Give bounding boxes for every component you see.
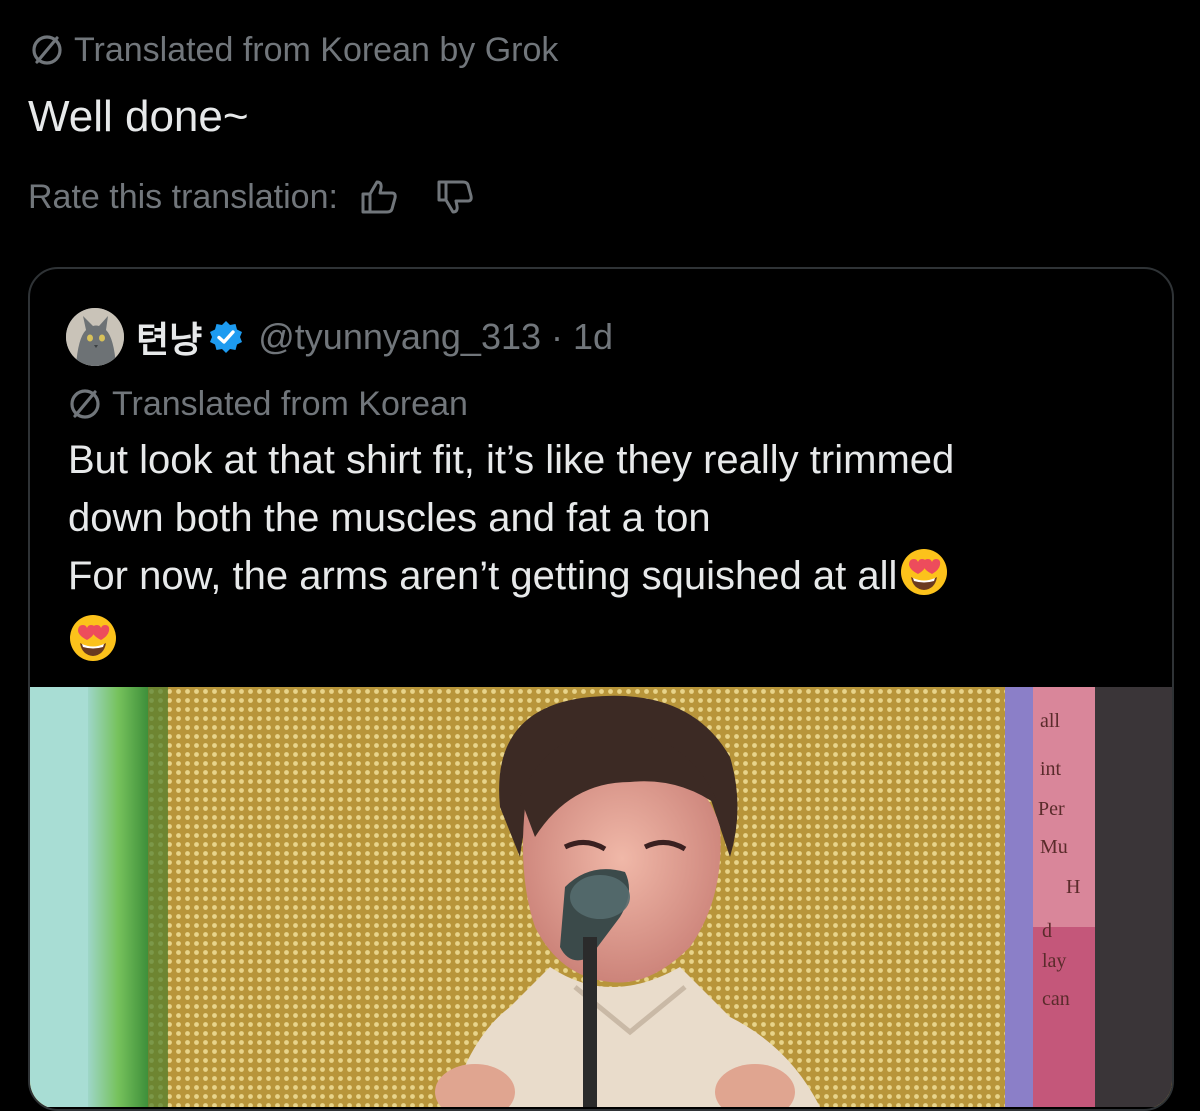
screen-text-1: all	[1040, 710, 1060, 732]
rate-translation-row: Rate this translation:	[28, 172, 478, 222]
quoted-line-3: For now, the arms aren’t getting squishe…	[68, 554, 898, 598]
cat-avatar-icon	[66, 308, 124, 366]
screen-text-6: d	[1042, 920, 1052, 942]
display-name[interactable]: 텬냥	[136, 311, 202, 363]
thumbs-down-icon	[437, 180, 473, 214]
translation-label: Translated from Korean by Grok	[74, 30, 559, 69]
quoted-author-row: 텬냥 @tyunnyang_313 · 1d	[66, 307, 613, 367]
handle-and-time: @tyunnyang_313 · 1d	[258, 316, 614, 357]
heart-eyes-emoji-icon	[68, 613, 118, 679]
quoted-line-2: down both the muscles and fat a ton	[68, 496, 711, 540]
post-text: Well done~	[28, 92, 249, 141]
globe-slash-icon	[32, 35, 62, 65]
quoted-media-image[interactable]: all int Per Mu H d lay can	[30, 687, 1172, 1107]
thumbs-down-button[interactable]	[432, 174, 478, 220]
screen-text-4: Mu	[1040, 836, 1068, 858]
thumbs-up-icon	[361, 180, 397, 214]
screen-text-5: H	[1066, 876, 1080, 898]
globe-slash-icon	[70, 389, 100, 419]
thumbs-up-button[interactable]	[356, 174, 402, 220]
quoted-post-text: But look at that shirt fit, it’s like th…	[68, 431, 1128, 679]
translation-attribution: Translated from Korean by Grok	[28, 26, 558, 74]
heart-eyes-emoji-icon	[899, 547, 949, 613]
rate-label: Rate this translation:	[28, 177, 338, 216]
quoted-translation-attribution: Translated from Korean	[66, 381, 468, 427]
screen-text-3: Per	[1038, 798, 1065, 820]
quoted-translation-label: Translated from Korean	[112, 384, 468, 423]
verified-badge-icon	[208, 319, 244, 355]
screen-text-7: lay	[1042, 950, 1066, 972]
quoted-post[interactable]: 텬냥 @tyunnyang_313 · 1d Translated from K…	[28, 267, 1174, 1111]
quoted-line-3-wrap: For now, the arms aren’t getting squishe…	[68, 547, 1128, 613]
screen-text-8: can	[1042, 988, 1070, 1010]
screen-text-2: int	[1040, 758, 1062, 780]
quoted-line-4	[68, 613, 1128, 679]
quoted-line-1: But look at that shirt fit, it’s like th…	[68, 438, 955, 482]
avatar[interactable]	[66, 308, 124, 366]
concert-photo: all int Per Mu H d lay can	[30, 687, 1172, 1107]
